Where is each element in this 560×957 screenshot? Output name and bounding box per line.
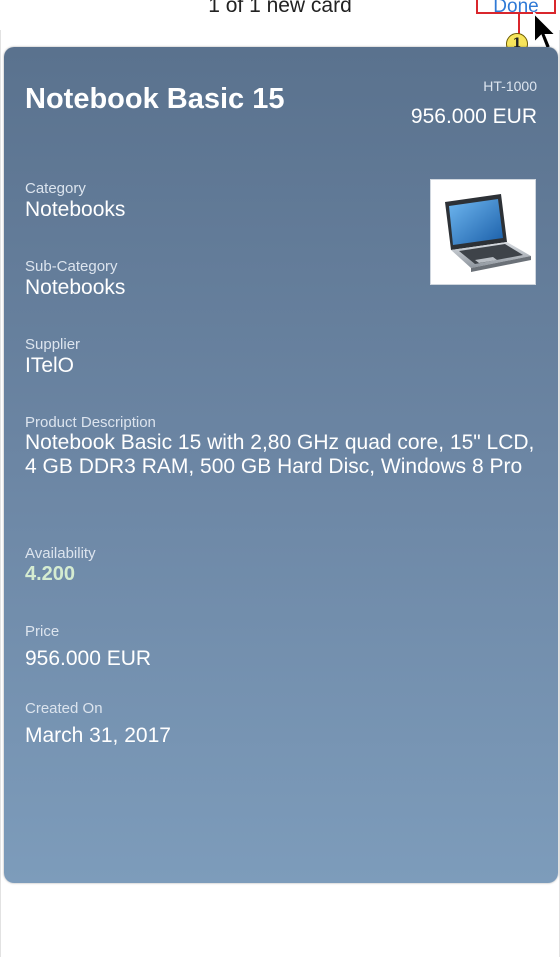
product-card: Notebook Basic 15 HT-1000 956.000 EUR Ca… [4,47,558,883]
field-value: 956.000 EUR [25,647,152,670]
mouse-pointer-icon [533,12,558,51]
field-label: Created On [25,700,103,717]
field-supplier: Supplier ITelO [25,336,525,378]
field-created-on: Created On March 31, 2017 [25,700,525,748]
header-price: 956.000 EUR [410,105,537,128]
field-label: Supplier [25,336,81,353]
field-value: March 31, 2017 [25,724,171,747]
field-price: Price 956.000 EUR [25,623,525,671]
field-label: Sub-Category [25,258,118,275]
card-title: Notebook Basic 15 [25,83,285,115]
field-label: Availability [25,545,96,562]
field-value: Notebooks [25,276,126,299]
field-value: Notebook Basic 15 with 2,80 GHz quad cor… [25,431,535,478]
field-label: Product Description [25,414,156,431]
callout-connector [518,13,520,35]
product-id: HT-1000 [483,78,537,94]
field-value: 4.200 [25,563,76,585]
field-label: Price [25,623,60,640]
field-label: Category [25,180,86,197]
field-product-description: Product Description Notebook Basic 15 wi… [25,414,535,479]
field-value: ITelO [25,354,75,377]
field-availability: Availability 4.200 [25,545,525,587]
navigation-bar: 1 of 1 new card Done 1 [0,0,560,55]
field-value: Notebooks [25,198,126,221]
screen-border-left [0,30,1,957]
field-sub-category: Sub-Category Notebooks [25,258,525,300]
field-category: Category Notebooks [25,180,525,222]
